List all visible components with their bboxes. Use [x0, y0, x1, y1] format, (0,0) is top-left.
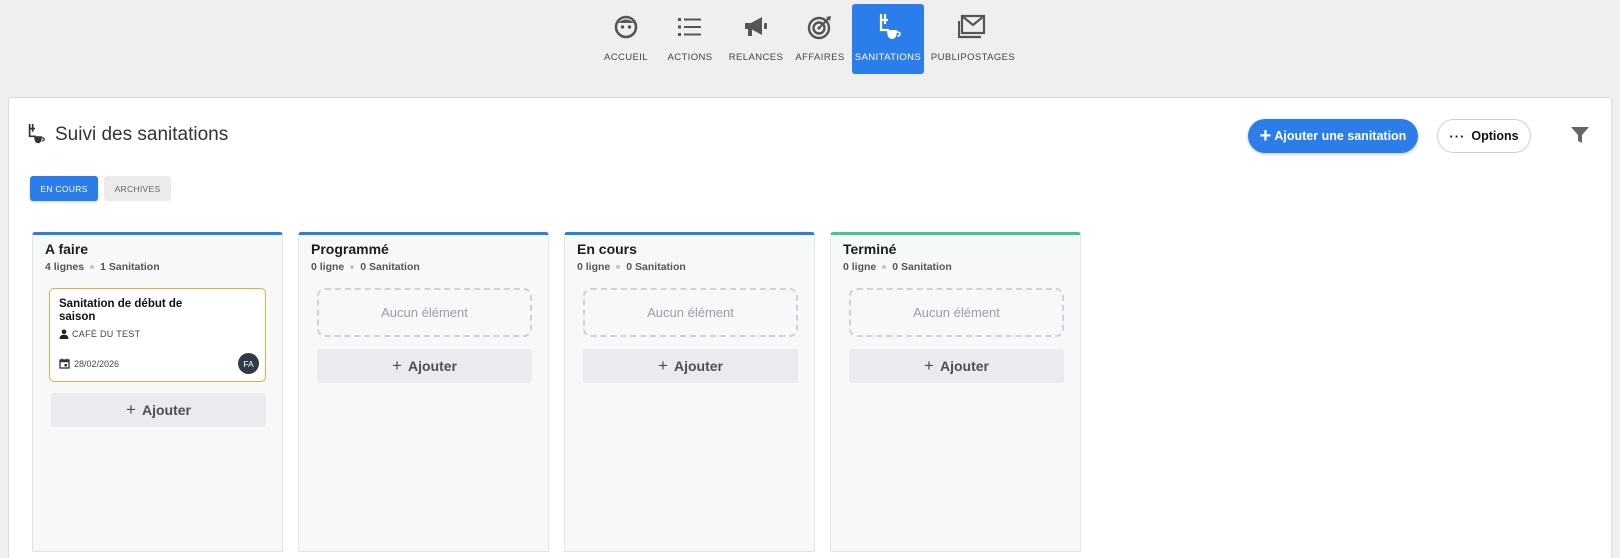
card-date: 28/02/2026: [59, 358, 119, 369]
empty-placeholder: Aucun élément: [849, 288, 1064, 337]
nav-label: PUBLIPOSTAGES: [930, 52, 1016, 63]
separator-dot: [90, 265, 95, 269]
kanban-column-a-faire: A faire 4 lignes 1 Sanitation Sanitation…: [32, 232, 283, 552]
person-icon: [59, 329, 69, 339]
card-client: CAFÉ DU TEST: [59, 329, 140, 339]
nav-label: RELANCES: [728, 52, 784, 63]
plus-icon: +: [658, 356, 668, 375]
empty-placeholder: Aucun élément: [583, 288, 798, 337]
kanban-column-termine: Terminé 0 ligne 0 Sanitation Aucun éléme…: [830, 232, 1081, 552]
nav-item-relances[interactable]: RELANCES: [724, 4, 788, 74]
nav-item-sanitations[interactable]: SANITATIONS: [852, 4, 924, 74]
add-item-button[interactable]: + Ajouter: [849, 349, 1064, 383]
top-navigation: ACCUEIL ACTIONS RELANCES AFFAIRES SANITA…: [0, 4, 1620, 94]
add-item-label: Ajouter: [939, 358, 989, 374]
face-icon: [611, 12, 641, 42]
nav-label: ACTIONS: [667, 52, 713, 63]
kanban-column-programme: Programmé 0 ligne 0 Sanitation Aucun élé…: [298, 232, 549, 552]
options-label: Options: [1471, 129, 1519, 143]
page-header: Suivi des sanitations: [25, 122, 228, 148]
column-lines: 0 ligne: [311, 261, 345, 273]
column-title: Programmé: [311, 241, 389, 257]
separator-dot: [350, 265, 355, 269]
page-title: Suivi des sanitations: [55, 124, 229, 145]
add-item-button[interactable]: + Ajouter: [583, 349, 798, 383]
nav-item-publipostages[interactable]: PUBLIPOSTAGES: [924, 4, 1022, 74]
add-sanitation-button[interactable]: + Ajouter une sanitation: [1248, 119, 1418, 153]
nav-label: SANITATIONS: [854, 52, 922, 63]
tab-archives[interactable]: ARCHIVES: [104, 176, 171, 201]
add-sanitation-label: Ajouter une sanitation: [1274, 129, 1407, 143]
nav-label: ACCUEIL: [604, 52, 648, 63]
calendar-icon: [59, 358, 70, 369]
options-button[interactable]: ··· Options: [1437, 119, 1531, 153]
nav-item-actions[interactable]: ACTIONS: [656, 4, 724, 74]
kanban-column-en-cours: En cours 0 ligne 0 Sanitation Aucun élém…: [564, 232, 815, 552]
add-item-button[interactable]: + Ajouter: [51, 393, 266, 427]
mail-icon: [958, 12, 988, 42]
column-count: 0 Sanitation: [892, 261, 952, 273]
card-title: Sanitation de début de saison: [59, 298, 183, 323]
add-item-label: Ajouter: [141, 402, 191, 418]
column-title: Terminé: [843, 241, 897, 257]
plus-icon: +: [1259, 125, 1272, 147]
nav-label: AFFAIRES: [795, 52, 845, 63]
main-panel: Suivi des sanitations + Ajouter une sani…: [8, 97, 1612, 558]
empty-placeholder: Aucun élément: [317, 288, 532, 337]
card-date-value: 28/02/2026: [74, 358, 120, 369]
nav-item-affaires[interactable]: AFFAIRES: [788, 4, 852, 74]
column-meta: 0 ligne 0 Sanitation: [577, 261, 686, 273]
add-item-label: Ajouter: [673, 358, 723, 374]
card-client-name: CAFÉ DU TEST: [72, 329, 141, 339]
column-title: En cours: [577, 241, 637, 257]
plus-icon: +: [924, 356, 934, 375]
kanban-board: A faire 4 lignes 1 Sanitation Sanitation…: [32, 232, 1081, 552]
sanitation-card[interactable]: Sanitation de début de saison CAFÉ DU TE…: [49, 288, 266, 382]
tap-cup-icon: [873, 12, 903, 42]
plus-icon: +: [392, 356, 402, 375]
column-count: 0 Sanitation: [626, 261, 686, 273]
column-meta: 0 ligne 0 Sanitation: [311, 261, 420, 273]
column-count: 0 Sanitation: [360, 261, 420, 273]
column-lines: 0 ligne: [577, 261, 611, 273]
list-icon: [675, 12, 705, 42]
column-meta: 0 ligne 0 Sanitation: [843, 261, 952, 273]
tap-cup-icon: [25, 122, 47, 148]
separator-dot: [616, 265, 621, 269]
column-title: A faire: [45, 241, 89, 257]
tab-en-cours[interactable]: EN COURS: [30, 176, 98, 201]
column-meta: 4 lignes 1 Sanitation: [45, 261, 160, 273]
nav-item-accueil[interactable]: ACCUEIL: [596, 4, 656, 74]
status-tabs: EN COURS ARCHIVES: [30, 176, 171, 201]
filter-icon[interactable]: [1570, 125, 1590, 147]
column-lines: 0 ligne: [843, 261, 877, 273]
add-item-button[interactable]: + Ajouter: [317, 349, 532, 383]
megaphone-icon: [741, 12, 771, 42]
plus-icon: +: [126, 400, 136, 419]
avatar[interactable]: FA: [238, 353, 259, 374]
add-item-label: Ajouter: [407, 358, 457, 374]
more-horizontal-icon: ···: [1449, 128, 1466, 144]
column-count: 1 Sanitation: [100, 261, 160, 273]
column-lines: 4 lignes: [45, 261, 85, 273]
target-icon: [805, 12, 835, 42]
separator-dot: [882, 265, 887, 269]
